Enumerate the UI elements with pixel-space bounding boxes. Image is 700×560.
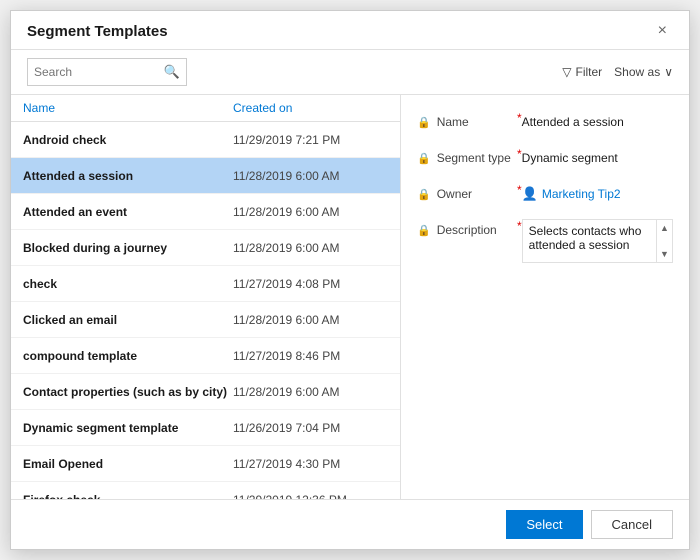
row-name: Clicked an email	[23, 313, 233, 327]
detail-label-owner: 🔒 Owner	[417, 183, 517, 205]
row-date: 11/28/2019 6:00 AM	[233, 385, 340, 399]
filter-icon: ▽	[562, 65, 571, 79]
list-item[interactable]: Email Opened 11/27/2019 4:30 PM	[11, 446, 400, 482]
column-header-name[interactable]: Name	[23, 101, 233, 115]
row-date: 11/27/2019 4:30 PM	[233, 457, 340, 471]
show-as-label: Show as	[614, 65, 660, 79]
list-item[interactable]: Blocked during a journey 11/28/2019 6:00…	[11, 230, 400, 266]
row-name: Contact properties (such as by city)	[23, 385, 233, 399]
toolbar: 🔍 ▽ Filter Show as ∨	[11, 50, 689, 95]
cancel-button[interactable]: Cancel	[591, 510, 673, 539]
list-item[interactable]: Firefox check 11/29/2019 12:36 PM	[11, 482, 400, 499]
select-button[interactable]: Select	[506, 510, 582, 539]
lock-icon-4: 🔒	[417, 224, 431, 237]
row-name: Attended an event	[23, 205, 233, 219]
list-item[interactable]: Attended an event 11/28/2019 6:00 AM	[11, 194, 400, 230]
list-item[interactable]: compound template 11/27/2019 8:46 PM	[11, 338, 400, 374]
row-name: Dynamic segment template	[23, 421, 233, 435]
detail-value-description: Selects contacts who attended a session …	[522, 219, 673, 263]
detail-row-segment-type: 🔒 Segment type * Dynamic segment	[417, 147, 673, 169]
row-name: Android check	[23, 133, 233, 147]
detail-label-segment-type: 🔒 Segment type	[417, 147, 517, 169]
search-input[interactable]	[28, 63, 158, 81]
dialog-title: Segment Templates	[27, 23, 168, 40]
row-date: 11/28/2019 6:00 AM	[233, 169, 340, 183]
chevron-down-icon: ∨	[664, 65, 673, 79]
toolbar-right: ▽ Filter Show as ∨	[562, 65, 673, 79]
filter-button[interactable]: ▽ Filter	[562, 65, 602, 79]
column-header-date[interactable]: Created on	[233, 101, 292, 115]
close-button[interactable]: ×	[652, 21, 673, 41]
detail-row-description: 🔒 Description * Selects contacts who att…	[417, 219, 673, 263]
detail-value-owner[interactable]: 👤 Marketing Tip2	[522, 183, 673, 205]
detail-panel: 🔒 Name * Attended a session 🔒 Segment ty…	[401, 95, 689, 499]
row-name: compound template	[23, 349, 233, 363]
list-item[interactable]: check 11/27/2019 4:08 PM	[11, 266, 400, 302]
description-scrollbar[interactable]: ▲ ▼	[656, 220, 672, 262]
dialog-header: Segment Templates ×	[11, 11, 689, 50]
row-date: 11/28/2019 6:00 AM	[233, 313, 340, 327]
row-name: Blocked during a journey	[23, 241, 233, 255]
lock-icon: 🔒	[417, 116, 431, 129]
list-item[interactable]: Dynamic segment template 11/26/2019 7:04…	[11, 410, 400, 446]
detail-row-name: 🔒 Name * Attended a session	[417, 111, 673, 133]
list-item[interactable]: Attended a session 11/28/2019 6:00 AM	[11, 158, 400, 194]
lock-icon-2: 🔒	[417, 152, 431, 165]
row-date: 11/26/2019 7:04 PM	[233, 421, 340, 435]
list-item[interactable]: Android check 11/29/2019 7:21 PM	[11, 122, 400, 158]
row-name: Email Opened	[23, 457, 233, 471]
segment-templates-dialog: Segment Templates × 🔍 ▽ Filter Show as ∨…	[10, 10, 690, 550]
row-date: 11/28/2019 6:00 AM	[233, 205, 340, 219]
scroll-up-icon[interactable]: ▲	[657, 220, 672, 236]
row-date: 11/28/2019 6:00 AM	[233, 241, 340, 255]
list-panel: Name Created on Android check 11/29/2019…	[11, 95, 401, 499]
list-body: Android check 11/29/2019 7:21 PM Attende…	[11, 122, 400, 499]
list-item[interactable]: Clicked an email 11/28/2019 6:00 AM	[11, 302, 400, 338]
list-item[interactable]: Contact properties (such as by city) 11/…	[11, 374, 400, 410]
row-date: 11/27/2019 4:08 PM	[233, 277, 340, 291]
row-date: 11/27/2019 8:46 PM	[233, 349, 340, 363]
show-as-button[interactable]: Show as ∨	[614, 65, 673, 79]
detail-label-name: 🔒 Name	[417, 111, 517, 133]
detail-value-segment-type: Dynamic segment	[522, 147, 673, 169]
dialog-footer: Select Cancel	[11, 499, 689, 549]
filter-label: Filter	[576, 65, 603, 79]
list-header: Name Created on	[11, 95, 400, 122]
scroll-down-icon[interactable]: ▼	[657, 246, 672, 262]
person-icon: 👤	[522, 186, 538, 202]
row-date: 11/29/2019 7:21 PM	[233, 133, 340, 147]
search-box[interactable]: 🔍	[27, 58, 187, 86]
row-name: Attended a session	[23, 169, 233, 183]
lock-icon-3: 🔒	[417, 188, 431, 201]
detail-label-description: 🔒 Description	[417, 219, 517, 241]
row-name: check	[23, 277, 233, 291]
detail-value-name: Attended a session	[522, 111, 673, 133]
detail-row-owner: 🔒 Owner * 👤 Marketing Tip2	[417, 183, 673, 205]
content-area: Name Created on Android check 11/29/2019…	[11, 95, 689, 499]
search-icon[interactable]: 🔍	[158, 59, 186, 85]
